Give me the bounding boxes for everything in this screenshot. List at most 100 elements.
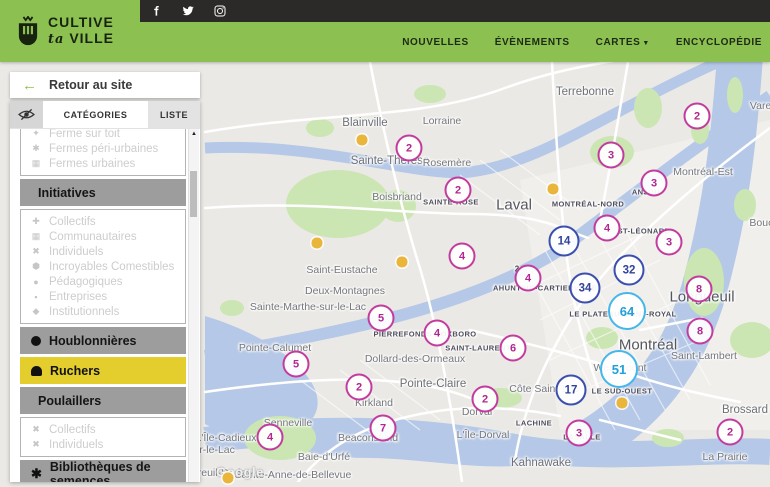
hive-marker-icon[interactable] [357,135,368,146]
scroll-up-icon[interactable]: ▲ [189,131,199,137]
category-icon: ✖ [30,246,42,257]
nav-item[interactable]: CARTES▼ [596,37,650,48]
cluster-count: 2 [455,184,461,196]
map-cluster[interactable]: 7 [370,415,397,442]
cluster-count: 4 [459,250,465,262]
map-label: Dollard-des-Ormeaux [365,353,465,365]
cluster-count: 17 [565,384,578,396]
category-item-disabled: ✱ Fermes péri-urbaines [21,141,185,156]
map-label: Sainte-Marthe-sur-le-Lac [250,301,366,313]
map-label: L'Île-Cadieux [196,432,257,444]
map-cluster[interactable]: 2 [717,419,744,446]
cluster-count: 32 [623,264,636,276]
cluster-count: 3 [666,236,672,248]
category-item-disabled: ● Pédagogiques [21,274,185,289]
main-nav: NOUVELLES▼ ÉVÈNEMENTS▼ CARTES▼ ENCYCLOPÉDIE… [402,22,762,62]
map-label: Montréal-Est [673,166,733,178]
map-label: Boisbriand [372,191,422,203]
category-item-disabled: ▦ Fermes urbaines [21,156,185,171]
cluster-count: 2 [727,426,733,438]
map-label: Terrebonne [556,86,614,98]
twitter-icon[interactable] [182,5,194,17]
sidebar-tabs: CATÉGORIES LISTE [10,101,200,129]
map-cluster[interactable]: 3 [656,229,683,256]
map-cluster[interactable]: 17 [556,375,587,406]
hive-marker-icon[interactable] [312,238,323,249]
cluster-count: 5 [378,312,384,324]
map-cluster[interactable]: 4 [594,215,621,242]
category-icon: ✦ [30,129,42,139]
sidebar-panel: CATÉGORIES LISTE ✦ Ferme sur toit ✱ Ferm… [10,101,200,482]
seed-flower-icon: ✱ [31,467,42,480]
map-label: L'Île-Dorval [457,429,510,441]
cluster-count: 2 [406,142,412,154]
map-cluster[interactable]: 8 [687,318,714,345]
tab-categories[interactable]: CATÉGORIES [43,101,148,128]
map-cluster[interactable]: 5 [368,305,395,332]
category-ruchers-selected[interactable]: Ruchers [20,357,186,384]
category-header-initiatives[interactable]: Initiatives [20,179,186,206]
cluster-count: 5 [293,358,299,370]
map-cluster[interactable]: 4 [424,320,451,347]
back-to-site-button[interactable]: ← Retour au site [10,72,200,98]
nav-item[interactable]: ÉVÈNEMENTS▼ [495,37,570,48]
map-cluster[interactable]: 4 [257,424,284,451]
cluster-count: 2 [482,393,488,405]
map-cluster[interactable]: 5 [283,351,310,378]
map-cluster[interactable]: 2 [346,374,373,401]
map-cluster[interactable]: 8 [686,276,713,303]
site-logo[interactable]: CULTIVE ta VILLE [0,0,140,62]
category-header-bibliotheques[interactable]: ✱ Bibliothèques de semences [20,460,186,482]
tab-liste[interactable]: LISTE [148,101,200,128]
map-cluster[interactable]: 3 [598,142,625,169]
cluster-count: 34 [579,282,592,294]
map-label: Boucherville [749,217,770,229]
hive-marker-icon[interactable] [617,398,628,409]
cultive-ta-ville-logo-icon [16,16,40,47]
map-cluster[interactable]: 2 [445,177,472,204]
nav-item[interactable]: ENCYCLOPÉDIE▼ [676,37,762,48]
category-header-houblonnieres[interactable]: Houblonnières [20,327,186,354]
cluster-count: 4 [604,222,610,234]
logo-line1: CULTIVE [48,14,114,30]
poulaillers-group-box: ✖ Collectifs ✖ Individuels [20,417,186,457]
map-label: Baie-d'Urfé [298,451,350,463]
map-cluster[interactable]: 14 [549,226,580,257]
cluster-count: 8 [697,325,703,337]
map-cluster[interactable]: 2 [472,386,499,413]
category-icon: ✚ [30,216,42,227]
cluster-count: 4 [525,272,531,284]
map-cluster[interactable]: 32 [614,255,645,286]
map-cluster[interactable]: 4 [449,243,476,270]
map-cluster[interactable]: 3 [566,420,593,447]
caret-down-icon: ▼ [642,40,650,47]
category-icon: ◆ [30,306,42,317]
map-cluster[interactable]: 34 [570,273,601,304]
category-icon: ✖ [30,439,42,450]
map-cluster[interactable]: 2 [396,135,423,162]
map-cluster[interactable]: 3 [641,170,668,197]
nav-item[interactable]: NOUVELLES▼ [402,37,469,48]
beehive-icon [31,366,42,376]
back-arrow-icon: ← [22,78,37,93]
cluster-count: 64 [620,304,634,319]
map-cluster[interactable]: 64 [608,292,646,330]
instagram-icon[interactable] [214,5,226,17]
category-icon: ▦ [30,158,42,169]
hive-marker-icon[interactable] [548,184,559,195]
sidebar-scrollbar[interactable]: ▲ [188,129,199,482]
map-label: Pointe-Claire [400,378,466,390]
eye-off-icon [18,108,35,121]
map-label: Deux-Montagnes [305,285,385,297]
category-header-poulaillers[interactable]: Poulaillers [20,387,186,414]
facebook-icon[interactable] [150,5,162,17]
scrollbar-thumb[interactable] [190,171,197,217]
toggle-visibility-button[interactable] [10,101,43,128]
map-cluster[interactable]: 51 [600,350,638,388]
logo-line2: ta VILLE [48,30,114,46]
map-cluster[interactable]: 2 [684,103,711,130]
map-cluster[interactable]: 4 [515,265,542,292]
map-label: Rosemère [423,157,471,169]
map-cluster[interactable]: 6 [500,335,527,362]
hive-marker-icon[interactable] [397,257,408,268]
